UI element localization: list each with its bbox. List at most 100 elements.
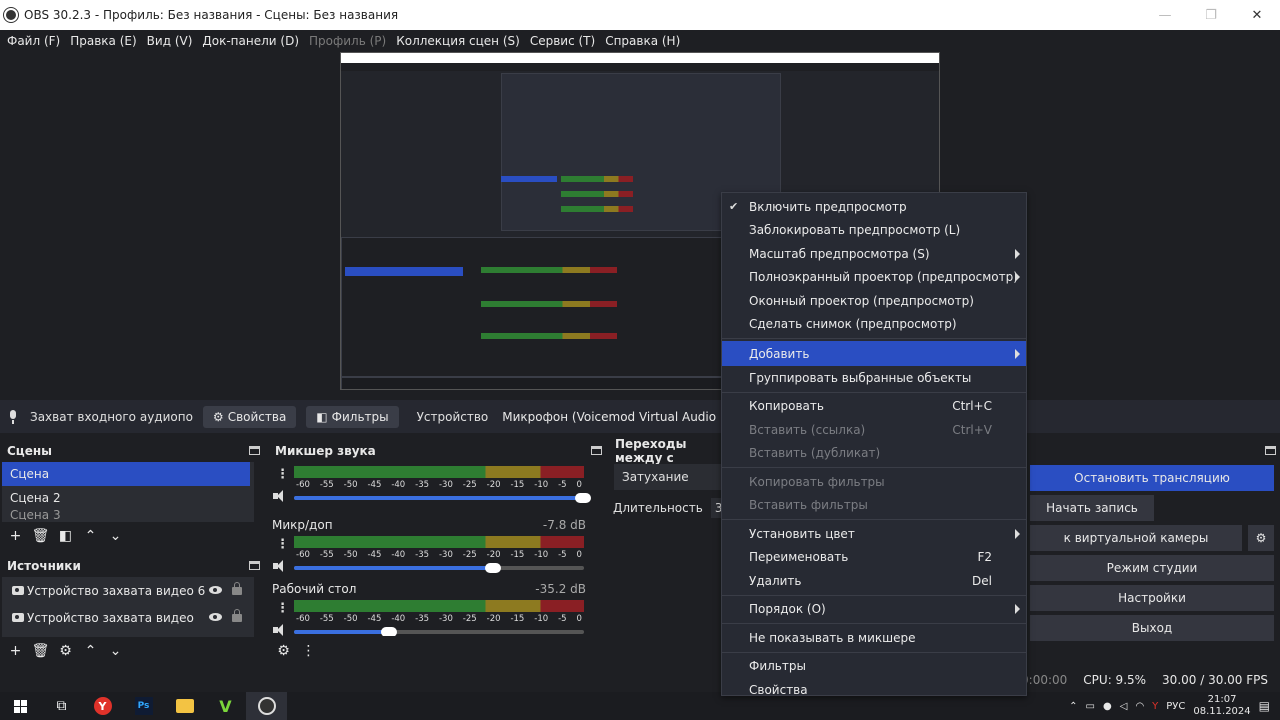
language-indicator[interactable]: РУС bbox=[1166, 701, 1185, 712]
file-explorer-button[interactable] bbox=[164, 692, 205, 720]
volume-slider-knob[interactable] bbox=[485, 563, 502, 573]
properties-button[interactable]: ⚙ Свойства bbox=[202, 405, 297, 428]
filter-icon[interactable]: ◧ bbox=[56, 527, 75, 546]
menu-edit[interactable]: Правка (E) bbox=[65, 34, 141, 48]
gear-icon[interactable]: ⚙ bbox=[274, 642, 293, 661]
chevron-up-icon[interactable]: ⌃ bbox=[1069, 701, 1077, 712]
undock-icon[interactable] bbox=[249, 561, 260, 570]
undock-icon[interactable] bbox=[591, 446, 602, 455]
kebab-menu-icon[interactable]: ⋮ bbox=[276, 468, 289, 481]
trash-icon[interactable]: 🗑 bbox=[31, 642, 50, 661]
context-menu-item[interactable]: Вставить (дубликат) bbox=[722, 442, 1026, 466]
context-menu-item[interactable]: Оконный проектор (предпросмотр) bbox=[722, 289, 1026, 313]
filters-button[interactable]: ◧ Фильтры bbox=[306, 405, 399, 428]
context-menu-item[interactable]: Копировать фильтры bbox=[722, 470, 1026, 494]
photoshop-button[interactable]: Ps bbox=[123, 692, 164, 720]
trash-icon[interactable]: 🗑 bbox=[31, 527, 50, 546]
notifications-icon[interactable]: ▤ bbox=[1259, 699, 1270, 713]
volume-slider[interactable] bbox=[294, 627, 584, 636]
context-menu-item[interactable]: Фильтры bbox=[722, 655, 1026, 679]
transition-select[interactable]: Затухание bbox=[614, 464, 722, 490]
lock-icon[interactable] bbox=[232, 582, 242, 595]
arrow-down-icon[interactable]: ⌄ bbox=[106, 642, 125, 661]
scene-item[interactable]: Сцена 3 bbox=[2, 510, 254, 520]
context-menu-item[interactable]: Заблокировать предпросмотр (L) bbox=[722, 219, 1026, 243]
stop-stream-button[interactable]: Остановить трансляцию bbox=[1030, 465, 1274, 491]
source-item[interactable]: Устройство захвата видео 6 bbox=[2, 577, 254, 604]
scene-item[interactable]: Сцена 2 bbox=[2, 486, 254, 510]
arrow-up-icon[interactable]: ⌃ bbox=[81, 527, 100, 546]
meter-tick-label: -15 bbox=[510, 480, 525, 490]
context-menu-item[interactable]: Не показывать в микшере bbox=[722, 626, 1026, 650]
source-item[interactable]: Устройство захвата видео bbox=[2, 604, 254, 631]
add-icon[interactable]: + bbox=[6, 642, 25, 661]
wifi-icon[interactable]: ◠ bbox=[1135, 701, 1144, 712]
menu-tools[interactable]: Сервис (T) bbox=[525, 34, 600, 48]
start-button[interactable] bbox=[0, 692, 41, 720]
volume-slider[interactable] bbox=[294, 563, 584, 573]
eye-icon[interactable] bbox=[209, 613, 222, 621]
clock[interactable]: 21:07 08.11.2024 bbox=[1193, 694, 1250, 718]
obs-taskbar-button[interactable] bbox=[246, 692, 287, 720]
context-menu-item[interactable]: Переименовать F2 bbox=[722, 546, 1026, 570]
microphone-tray-icon[interactable]: ● bbox=[1103, 701, 1112, 712]
mixer-toolbar: ⚙ ⋮ bbox=[268, 639, 318, 663]
kebab-menu-icon[interactable]: ⋮ bbox=[299, 642, 318, 661]
meter-tick-label: -5 bbox=[558, 480, 567, 490]
channel-header: Микр/доп -7.8 dB bbox=[268, 518, 594, 534]
volume-icon[interactable]: ◁ bbox=[1120, 701, 1128, 712]
menu-profile[interactable]: Профиль (P) bbox=[304, 34, 391, 48]
minimize-button[interactable]: — bbox=[1142, 0, 1188, 30]
menu-file[interactable]: Файл (F) bbox=[2, 34, 65, 48]
context-menu-item[interactable]: ✔ Включить предпросмотр bbox=[722, 195, 1026, 219]
context-menu-item[interactable]: Добавить bbox=[722, 341, 1026, 366]
menu-scene-collection[interactable]: Коллекция сцен (S) bbox=[391, 34, 525, 48]
app-button[interactable]: V bbox=[205, 692, 246, 720]
lock-icon[interactable] bbox=[232, 609, 242, 622]
context-menu-item[interactable]: Сделать снимок (предпросмотр) bbox=[722, 313, 1026, 337]
context-menu-item[interactable]: Удалить Del bbox=[722, 569, 1026, 593]
start-record-button[interactable]: Начать запись bbox=[1030, 495, 1154, 521]
volume-slider-knob[interactable] bbox=[575, 493, 591, 503]
battery-icon[interactable]: ▭ bbox=[1086, 701, 1095, 712]
speaker-icon[interactable] bbox=[273, 490, 287, 502]
status-bar: 00:00:00 CPU: 9.5% 30.00 / 30.00 FPS bbox=[0, 668, 1280, 692]
gear-icon[interactable]: ⚙ bbox=[56, 642, 75, 661]
context-menu-item[interactable]: Свойства bbox=[722, 678, 1026, 702]
speaker-icon[interactable] bbox=[273, 624, 287, 636]
kebab-menu-icon[interactable]: ⋮ bbox=[276, 538, 289, 551]
context-menu-item[interactable]: Установить цвет bbox=[722, 522, 1026, 546]
context-menu-item[interactable]: Полноэкранный проектор (предпросмотр) bbox=[722, 266, 1026, 290]
virtual-camera-settings-button[interactable]: ⚙ bbox=[1248, 525, 1274, 551]
arrow-up-icon[interactable]: ⌃ bbox=[81, 642, 100, 661]
menu-docks[interactable]: Док-панели (D) bbox=[197, 34, 304, 48]
close-button[interactable]: ✕ bbox=[1234, 0, 1280, 30]
context-menu-item[interactable]: Вставить фильтры bbox=[722, 494, 1026, 518]
context-menu-item[interactable]: Масштаб предпросмотра (S) bbox=[722, 242, 1026, 266]
context-menu-item[interactable]: Копировать Ctrl+C bbox=[722, 395, 1026, 419]
task-view-button[interactable]: ⧉ bbox=[41, 692, 82, 720]
undock-icon[interactable] bbox=[1265, 446, 1276, 455]
volume-slider-knob[interactable] bbox=[380, 627, 397, 636]
context-menu-item[interactable]: Порядок (O) bbox=[722, 598, 1026, 622]
arrow-down-icon[interactable]: ⌄ bbox=[106, 527, 125, 546]
yandex-tray-icon[interactable]: Y bbox=[1152, 701, 1158, 712]
scene-item[interactable]: Сцена bbox=[2, 462, 250, 486]
context-menu-item[interactable]: Группировать выбранные объекты bbox=[722, 366, 1026, 390]
add-icon[interactable]: + bbox=[6, 527, 25, 546]
kebab-menu-icon[interactable]: ⋮ bbox=[276, 602, 289, 615]
virtual-camera-button[interactable]: к виртуальной камеры bbox=[1030, 525, 1242, 551]
menu-view[interactable]: Вид (V) bbox=[142, 34, 198, 48]
eye-icon[interactable] bbox=[209, 586, 222, 594]
speaker-icon[interactable] bbox=[273, 560, 287, 572]
context-menu-item[interactable]: Вставить (ссылка) Ctrl+V bbox=[722, 418, 1026, 442]
undock-icon[interactable] bbox=[249, 446, 260, 455]
settings-button[interactable]: Настройки bbox=[1030, 585, 1274, 611]
exit-button[interactable]: Выход bbox=[1030, 615, 1274, 641]
menu-help[interactable]: Справка (H) bbox=[600, 34, 685, 48]
yandex-browser-button[interactable]: Y bbox=[82, 692, 123, 720]
preview-area[interactable] bbox=[0, 52, 1280, 400]
volume-slider[interactable] bbox=[294, 493, 591, 503]
studio-mode-button[interactable]: Режим студии bbox=[1030, 555, 1274, 581]
maximize-button[interactable]: ❐ bbox=[1188, 0, 1234, 30]
